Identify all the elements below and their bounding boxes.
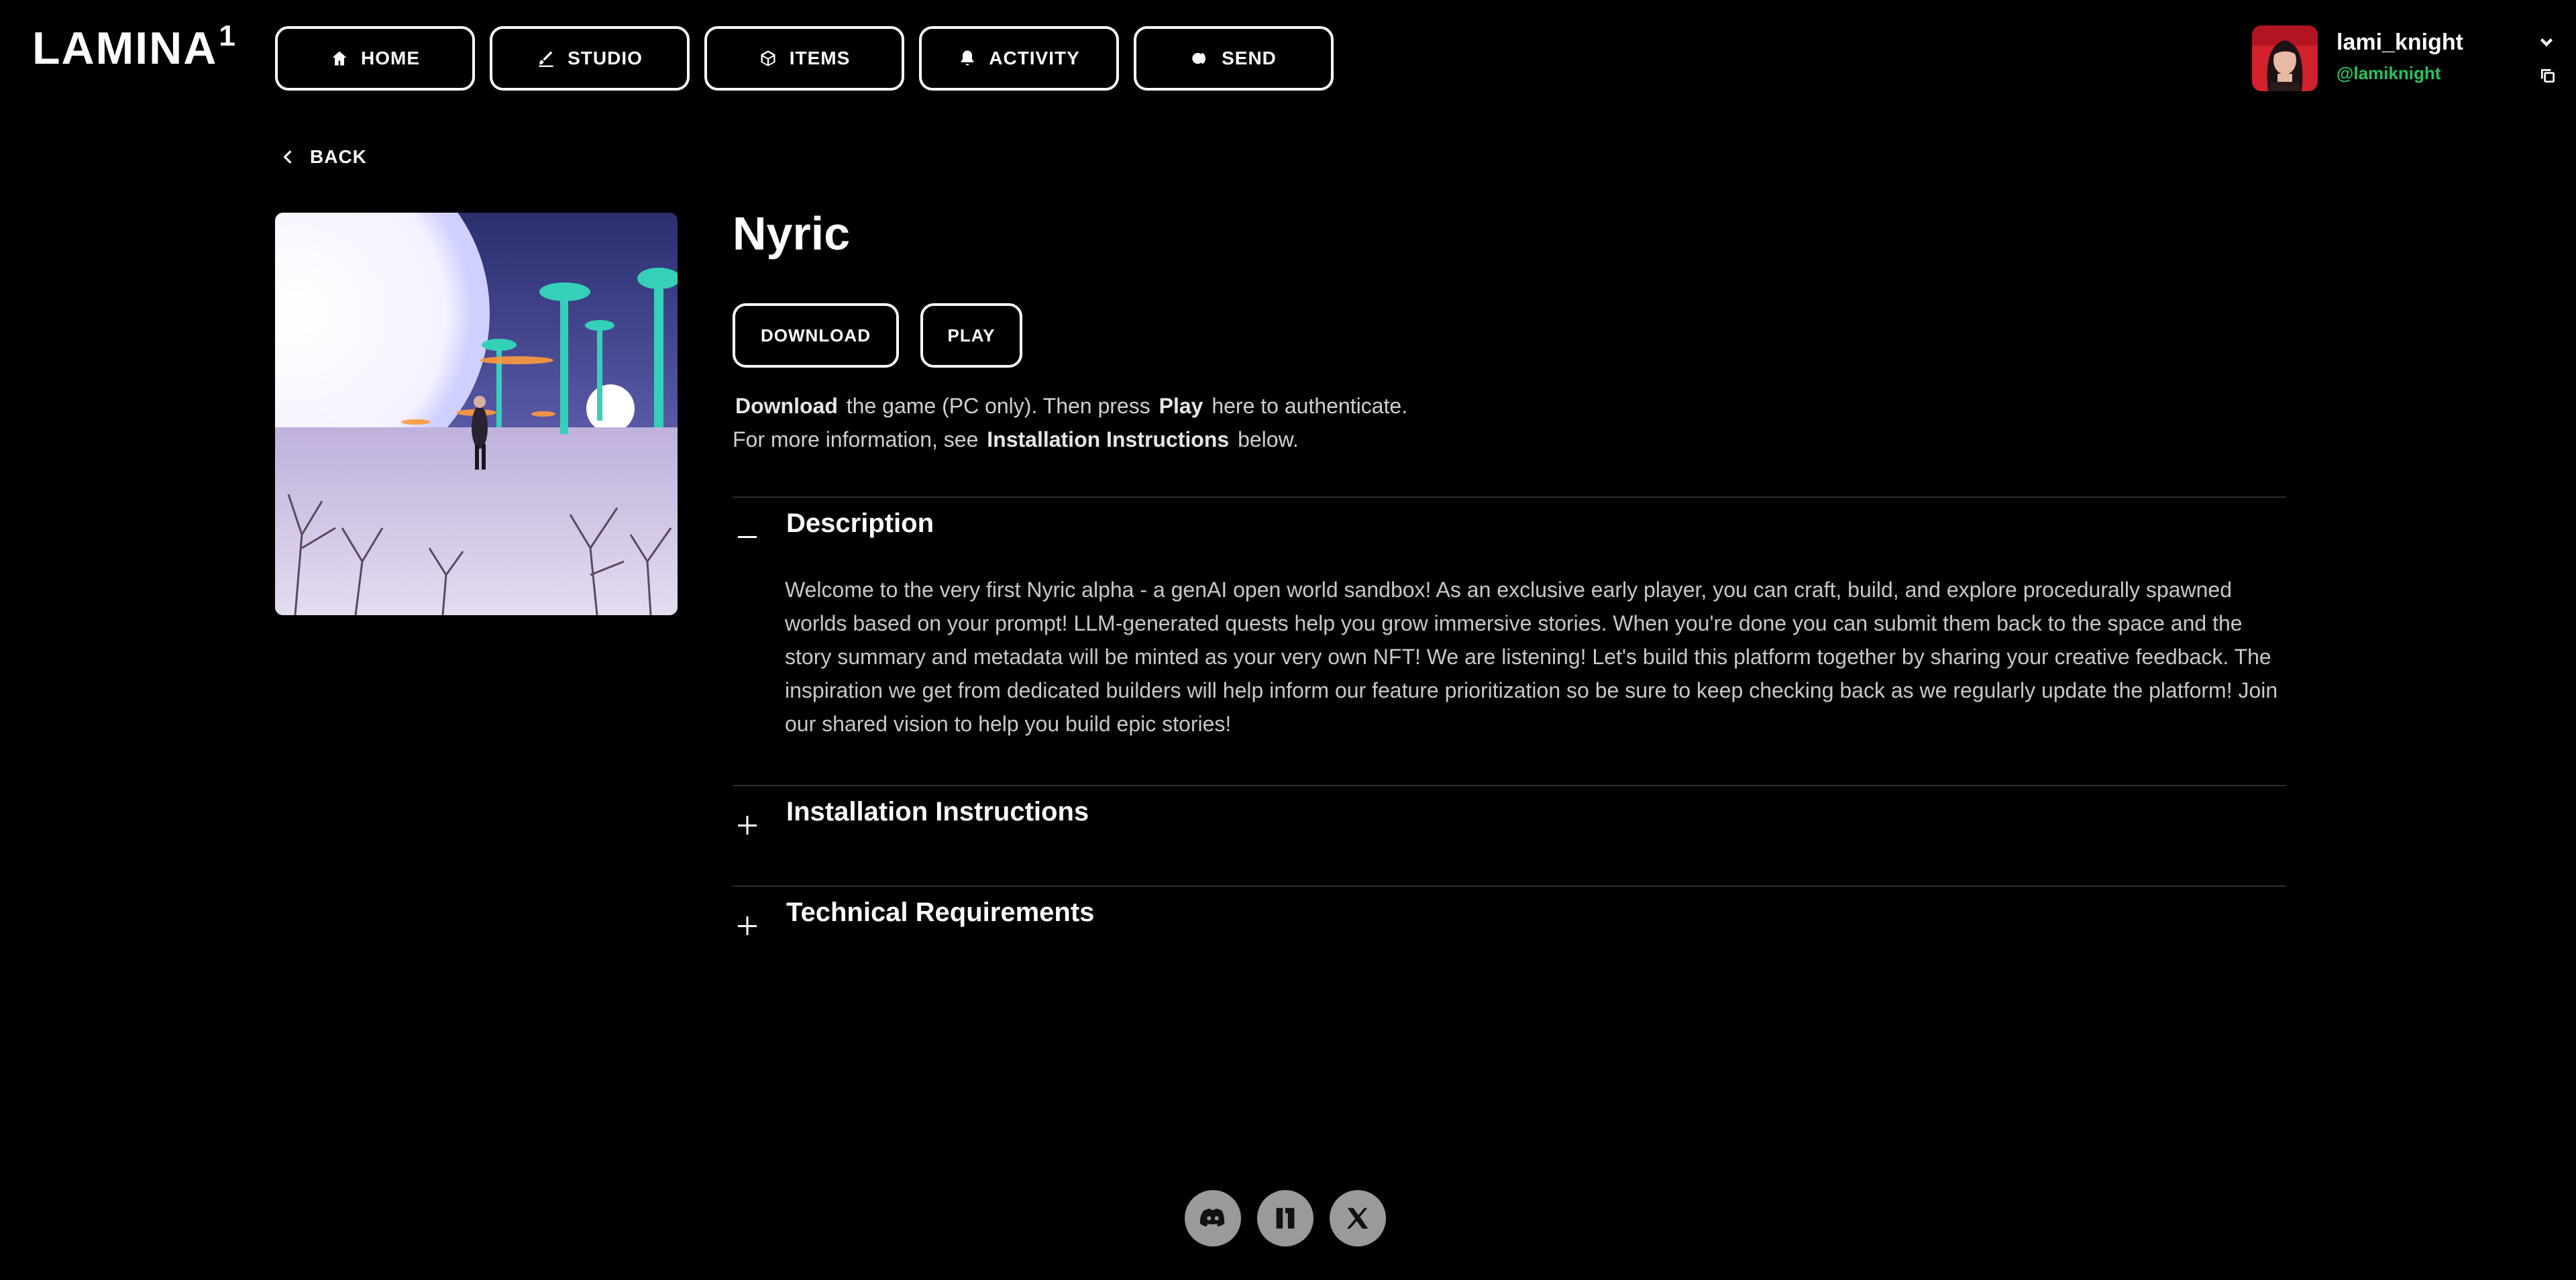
play-button[interactable]: PLAY <box>920 303 1022 368</box>
description-heading: Description <box>786 508 934 538</box>
minus-icon <box>738 536 757 538</box>
user-menu[interactable]: lami_knight @lamiknight <box>2252 25 2567 93</box>
nav-studio-label: STUDIO <box>568 48 643 68</box>
download-button[interactable]: DOWNLOAD <box>733 303 899 368</box>
instr-text-1: the game (PC only). Then press <box>846 394 1150 418</box>
copy-icon[interactable] <box>2539 67 2557 85</box>
logo-text: LAMINA <box>32 23 218 74</box>
installation-heading: Installation Instructions <box>786 796 1089 826</box>
logo-superscript: 1 <box>219 19 237 52</box>
user-handle: @lamiknight <box>2337 63 2441 83</box>
game-thumbnail <box>275 213 678 615</box>
instr-text-3: For more information, see <box>733 427 979 451</box>
back-link[interactable]: BACK <box>280 146 367 168</box>
game-actions: DOWNLOAD PLAY <box>733 303 1022 368</box>
chevron-left-icon <box>283 150 292 164</box>
chevron-down-icon[interactable] <box>2538 34 2555 51</box>
lamina1-link[interactable] <box>1257 1190 1313 1246</box>
x-link[interactable] <box>1330 1190 1386 1246</box>
page-title: Nyric <box>733 207 851 260</box>
discord-link[interactable] <box>1185 1190 1241 1246</box>
back-label: BACK <box>310 146 367 167</box>
discord-icon <box>1199 1208 1225 1227</box>
x-icon <box>1346 1208 1368 1229</box>
avatar[interactable] <box>2252 25 2318 91</box>
lamina1-icon <box>1276 1208 1295 1229</box>
main-nav: HOME STUDIO ITEMS ACTIVITY SEND <box>275 26 1334 91</box>
plus-icon <box>738 916 757 935</box>
nav-items-button[interactable]: ITEMS <box>704 26 904 91</box>
requirements-heading: Technical Requirements <box>786 897 1095 927</box>
instr-download-bold: Download <box>735 394 838 418</box>
social-links <box>1185 1190 1386 1246</box>
send-icon <box>1192 52 1206 64</box>
installation-section: Installation Instructions <box>733 785 2286 886</box>
nav-activity-label: ACTIVITY <box>989 48 1080 68</box>
user-name: lami_knight <box>2337 30 2463 55</box>
nav-studio-button[interactable]: STUDIO <box>490 26 690 91</box>
instr-install-bold: Installation Instructions <box>987 427 1230 451</box>
instr-text-2: here to authenticate. <box>1212 394 1408 418</box>
nav-send-button[interactable]: SEND <box>1134 26 1334 91</box>
description-body: Welcome to the very first Nyric alpha - … <box>785 578 2278 736</box>
nav-send-label: SEND <box>1222 48 1277 68</box>
instructions-line-2: For more information, see Installation I… <box>733 423 1407 456</box>
nav-items-label: ITEMS <box>789 48 851 68</box>
bell-icon <box>961 50 974 66</box>
instructions-line-1: Download the game (PC only). Then press … <box>733 389 1407 423</box>
nav-activity-button[interactable]: ACTIVITY <box>919 26 1119 91</box>
home-icon <box>332 51 347 66</box>
studio-icon <box>539 51 553 67</box>
lamina1-logo[interactable]: LAMINA1 <box>32 21 237 74</box>
instr-play-bold: Play <box>1159 394 1203 418</box>
cube-icon <box>761 50 775 66</box>
plus-icon <box>738 816 757 835</box>
nav-home-label: HOME <box>361 48 420 68</box>
auth-instructions: Download the game (PC only). Then press … <box>733 389 1407 456</box>
nav-home-button[interactable]: HOME <box>275 26 475 91</box>
requirements-section: Technical Requirements <box>733 886 2286 986</box>
instr-text-4: below. <box>1238 427 1299 451</box>
